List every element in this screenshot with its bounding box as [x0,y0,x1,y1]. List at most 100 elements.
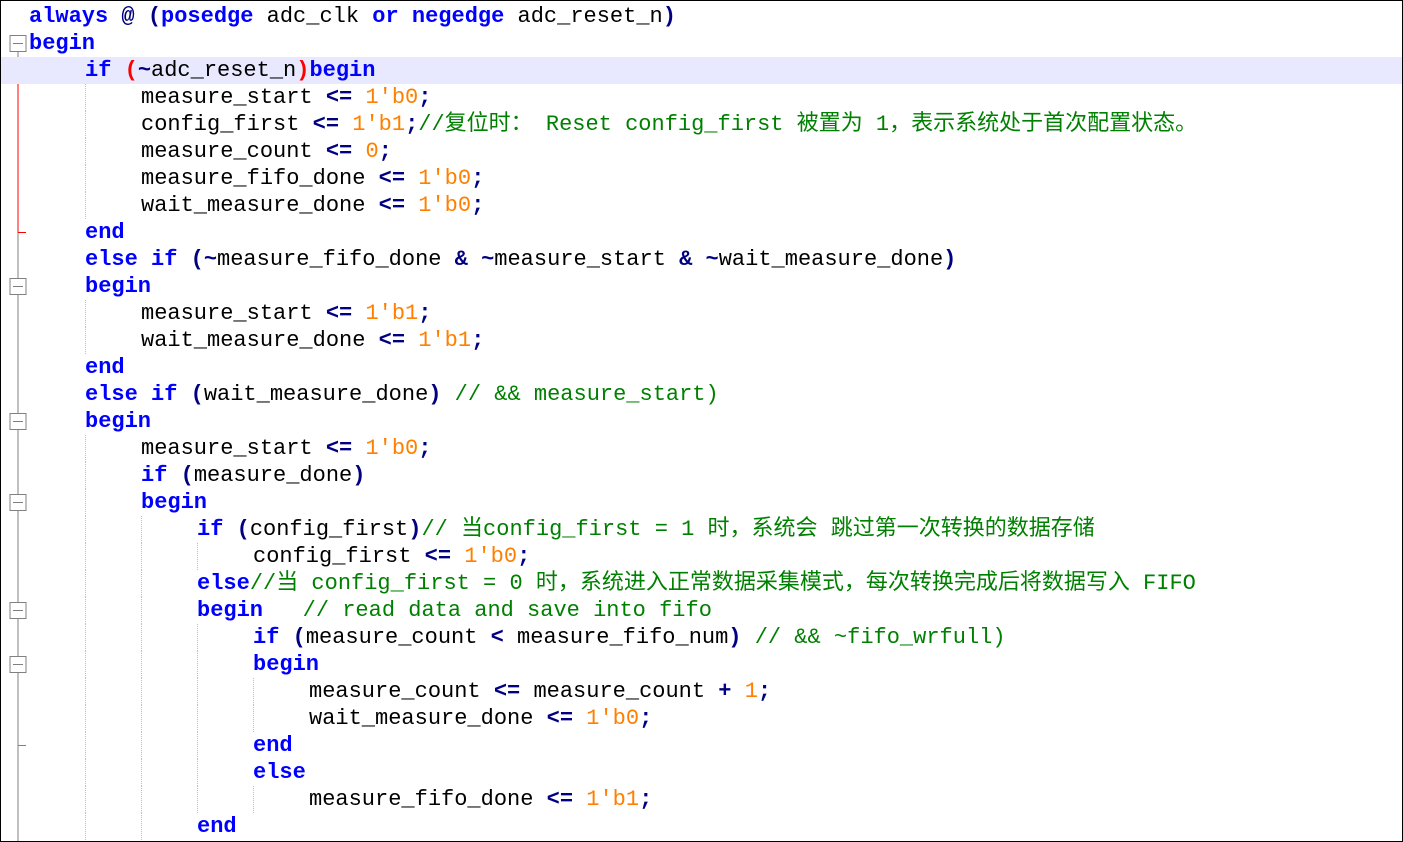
code-line[interactable]: measure_fifo_done <= 1'b0; [29,165,1402,192]
code-line[interactable]: measure_start <= 1'b0; [29,84,1402,111]
code-keyword: begin [29,31,96,56]
code-token: measure_count [520,679,719,704]
code-token: <= [325,436,353,461]
code-token: 1'b1 [352,112,406,137]
code-token: ; [757,679,772,704]
code-token: ( [236,517,250,542]
code-token: wait_measure_done [203,382,429,407]
code-token: @ [121,4,135,29]
code-line[interactable]: begin [29,408,1402,435]
code-token: measure_fifo_num [503,625,729,650]
code-editor[interactable]: always @ (posedge adc_clk or negedge adc… [0,0,1403,842]
code-token: <= [424,544,452,569]
code-token: <= [325,301,353,326]
code-token: ; [405,112,419,137]
code-line[interactable]: if (~adc_reset_n)begin [1,57,1402,84]
code-line[interactable]: measure_start <= 1'b0; [29,435,1402,462]
code-line[interactable]: else [29,759,1402,786]
code-line[interactable]: config_first <= 1'b0; [29,543,1402,570]
code-line[interactable]: measure_start <= 1'b1; [29,300,1402,327]
code-token: 1 [744,679,758,704]
code-line[interactable]: begin [29,489,1402,516]
code-line[interactable]: wait_measure_done <= 1'b0; [29,705,1402,732]
code-line[interactable]: if (measure_done) [29,462,1402,489]
indent-guide [85,462,86,489]
indent-guide [141,516,142,543]
indent-guide [85,570,86,597]
code-token: 0 [365,139,379,164]
code-line[interactable]: wait_measure_done <= 1'b1; [29,327,1402,354]
code-comment: // read data and save into fifo [302,598,712,623]
fold-gutter[interactable] [1,1,29,841]
code-token: ; [418,85,432,110]
code-keyword: else [253,760,306,785]
code-token: ) [296,58,310,83]
code-keyword: end [85,355,125,380]
code-token: (~ [190,247,218,272]
code-token: ; [378,139,392,164]
code-line[interactable]: end [29,732,1402,759]
code-line[interactable]: if (measure_count < measure_fifo_num) //… [29,624,1402,651]
code-line[interactable]: wait_measure_done <= 1'b0; [29,192,1402,219]
code-line[interactable]: else if (~measure_fifo_done & ~measure_s… [29,246,1402,273]
code-line[interactable]: end [29,219,1402,246]
code-token: <= [378,193,406,218]
code-keyword: if [85,58,112,83]
code-area[interactable]: always @ (posedge adc_clk or negedge adc… [1,3,1402,840]
code-line[interactable]: begin // read data and save into fifo [29,597,1402,624]
indent-guide [85,435,86,462]
code-token: measure_start [141,301,326,326]
code-line[interactable]: measure_count <= measure_count + 1; [29,678,1402,705]
indent-guide [197,759,198,786]
code-token: ( [180,463,194,488]
code-line[interactable]: measure_fifo_done <= 1'b1; [29,786,1402,813]
code-token: <= [325,139,353,164]
code-keyword: begin [85,409,152,434]
code-line[interactable]: if (config_first)// 当config_first = 1 时，… [29,516,1402,543]
code-token: wait_measure_done [141,193,379,218]
code-comment: // 当config_first = 1 时，系统会 跳过第一次转换的数据存储 [421,517,1095,542]
code-token: 1'b0 [418,193,472,218]
indent-guide [141,597,142,624]
indent-guide [253,678,254,705]
code-line[interactable]: end [29,813,1402,840]
fold-markers [9,35,27,841]
code-line[interactable]: begin [29,273,1402,300]
code-keyword: if [253,625,280,650]
indent-guide [253,786,254,813]
code-line[interactable]: config_first <= 1'b1;//复位时： Reset config… [29,111,1402,138]
code-keyword: end [85,220,125,245]
code-line[interactable]: else//当 config_first = 0 时，系统进入正常数据采集模式，… [29,570,1402,597]
code-line[interactable]: begin [29,651,1402,678]
indent-guide [141,813,142,840]
indent-guide [85,543,86,570]
code-line[interactable]: else if (wait_measure_done) // && measur… [29,381,1402,408]
code-line[interactable]: end [29,354,1402,381]
code-line[interactable]: measure_count <= 0; [29,138,1402,165]
code-line[interactable]: always @ (posedge adc_clk or negedge adc… [29,3,1402,30]
code-token: ) [408,517,422,542]
indent-guide [85,705,86,732]
indent-guide [85,165,86,192]
indent-guide [253,705,254,732]
code-token: ; [471,166,485,191]
code-token: 1'b0 [464,544,518,569]
code-token: & [454,247,468,272]
code-token: ; [418,301,432,326]
code-keyword: else [85,382,138,407]
code-token: ; [471,193,485,218]
code-token: measure_fifo_done [217,247,455,272]
code-token: adc_clk [253,4,373,29]
code-line[interactable]: begin [29,30,1402,57]
